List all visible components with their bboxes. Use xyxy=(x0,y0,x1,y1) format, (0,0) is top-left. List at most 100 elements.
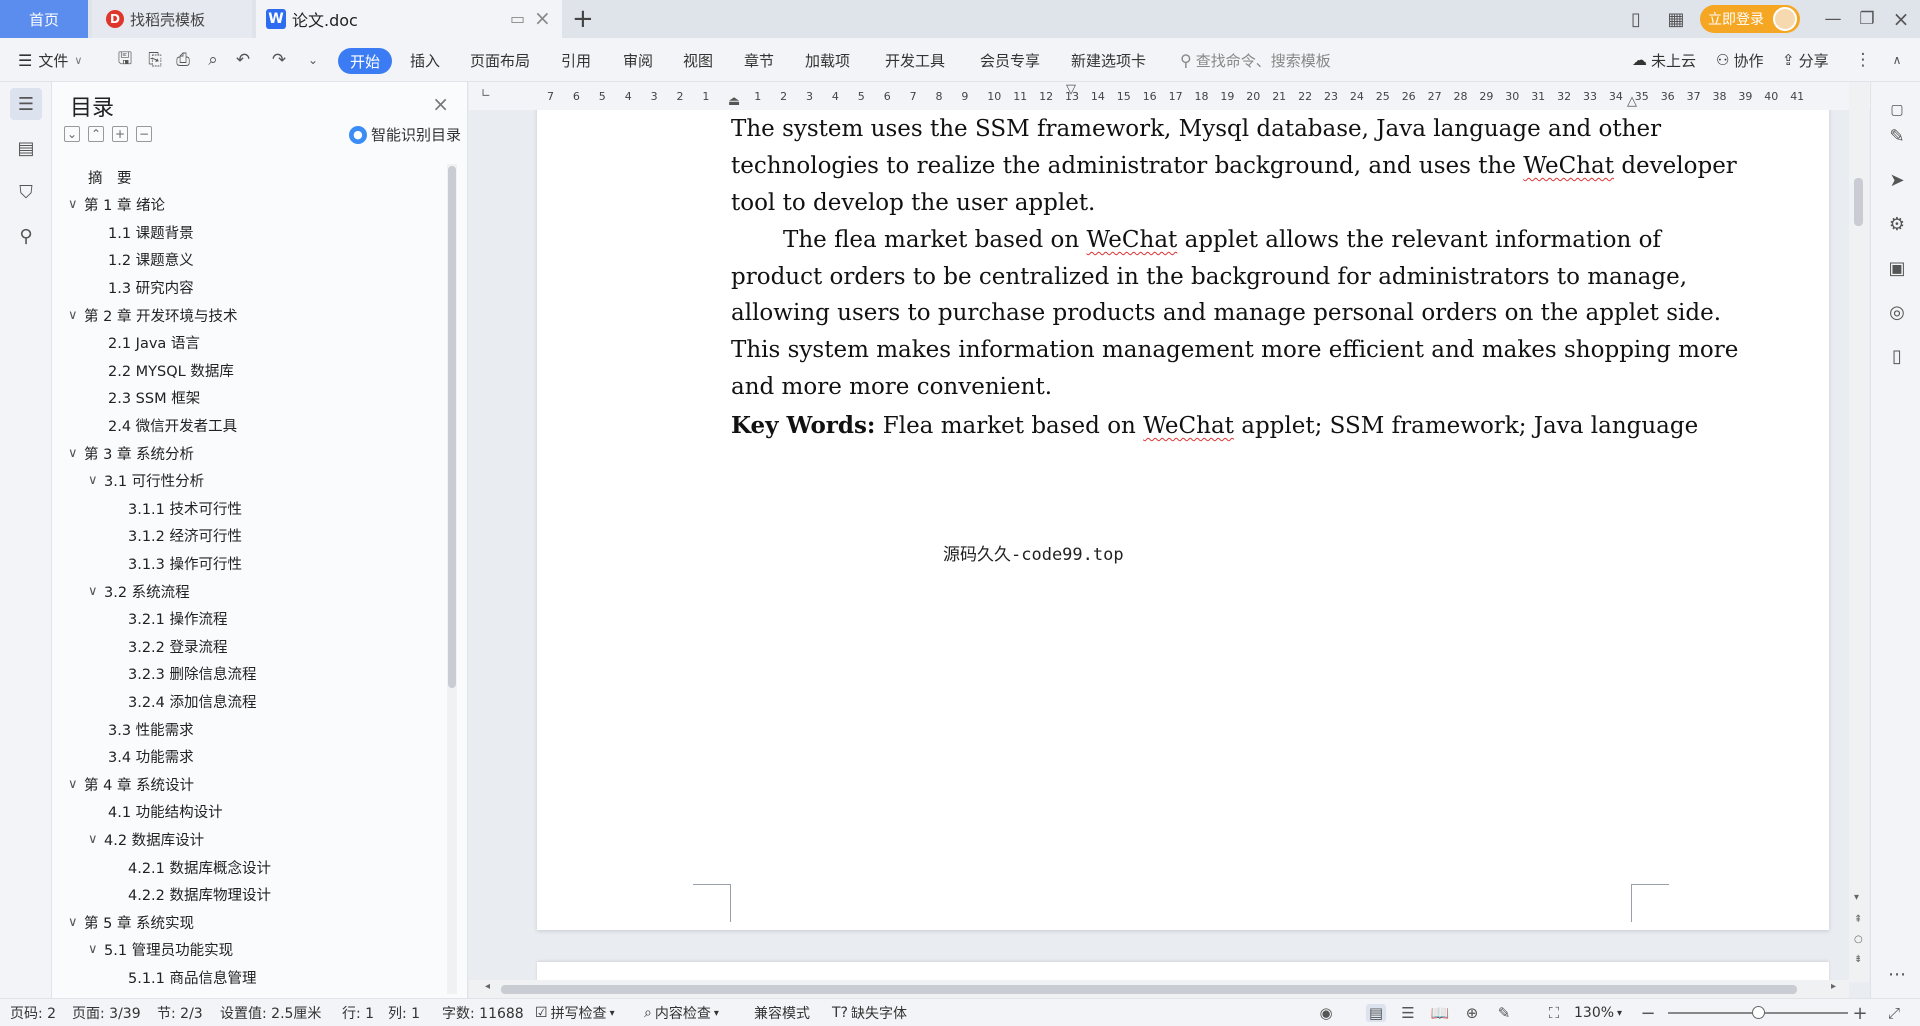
apps-grid-icon[interactable]: ▦ xyxy=(1662,5,1690,33)
undo-icon[interactable]: ↶ xyxy=(232,49,254,71)
web-view-icon[interactable]: ⊕ xyxy=(1462,1004,1482,1022)
write-view-icon[interactable]: ✎ xyxy=(1494,1004,1514,1022)
tab-page-layout[interactable]: 页面布局 xyxy=(470,38,530,82)
page[interactable]: The system uses the SSM framework, Mysql… xyxy=(537,110,1829,930)
toc-item[interactable]: 3.2.2 登录流程 xyxy=(128,633,228,659)
more-horizontal-icon[interactable]: ⋯ xyxy=(1885,962,1909,986)
toc-item[interactable]: ∨ 第 2 章 开发环境与技术 xyxy=(68,302,238,328)
redo-icon[interactable]: ↷ xyxy=(268,49,290,71)
toc-item[interactable]: ∨ 第 3 章 系统分析 xyxy=(68,440,194,466)
keywords-line[interactable]: Key Words: Flea market based on WeChat a… xyxy=(731,412,1698,439)
scroll-left-icon[interactable]: ◂ xyxy=(485,981,490,992)
print-icon[interactable]: ⎙ xyxy=(172,49,194,71)
remove-heading-icon[interactable]: − xyxy=(136,126,152,142)
status-page-code[interactable]: 页码: 2 xyxy=(10,999,56,1026)
zoom-slider-handle[interactable] xyxy=(1752,1006,1765,1019)
zoom-out-icon[interactable]: − xyxy=(1638,1003,1658,1024)
content-check-button[interactable]: ⌕ 内容检查 ▾ xyxy=(644,999,719,1026)
tab-references[interactable]: 引用 xyxy=(561,38,591,82)
toc-item[interactable]: 2.4 微信开发者工具 xyxy=(108,412,237,438)
first-line-indent-marker[interactable]: ▽ xyxy=(1066,82,1076,97)
zoom-in-icon[interactable]: + xyxy=(1850,1003,1870,1024)
toc-item[interactable]: 2.3 SSM 框架 xyxy=(108,385,200,411)
toc-item[interactable]: 1.3 研究内容 xyxy=(108,274,194,300)
ruler[interactable]: ∟ 7 6 5 4 3 2 1 1 2 3 4 5 6 7 8 9 10 11 12 13 14 15 16 17 18 19 20… xyxy=(469,82,1870,110)
close-tab-icon[interactable]: × xyxy=(534,6,551,30)
spell-check-button[interactable]: ☑ 拼写检查 ▾ xyxy=(535,999,615,1026)
toc-item[interactable]: ∨ 第 4 章 系统设计 xyxy=(68,771,194,797)
toc-item[interactable]: 3.1.2 经济可行性 xyxy=(128,523,242,549)
next-page-icon[interactable]: ⇟ xyxy=(1854,954,1862,965)
horizontal-scrollbar[interactable]: ◂ ▸ xyxy=(469,980,1849,998)
toc-item[interactable]: ∨ 4.2 数据库设计 xyxy=(88,826,204,852)
chevron-down-icon[interactable]: ∨ xyxy=(88,473,104,488)
tab-templates[interactable]: D 找稻壳模板 xyxy=(92,0,252,38)
chevron-down-icon[interactable]: ∨ xyxy=(68,308,84,323)
bookmark-icon[interactable]: ⛉ xyxy=(10,176,42,208)
left-indent-marker[interactable]: ⏏ xyxy=(728,94,740,109)
smart-toc-button[interactable]: ● 智能识别目录 xyxy=(348,124,461,145)
body-line-6[interactable]: This system makes information management… xyxy=(731,337,1738,363)
toc-item[interactable]: 1.2 课题意义 xyxy=(108,247,194,273)
outline-view-icon[interactable]: ☰ xyxy=(1398,1004,1418,1022)
login-button[interactable]: 立即登录 xyxy=(1700,5,1800,33)
more-vertical-icon[interactable]: ⋮ xyxy=(1852,49,1874,71)
next-page[interactable] xyxy=(537,962,1829,980)
chevron-down-icon[interactable]: ∨ xyxy=(68,197,84,212)
toc-item[interactable]: 3.2.1 操作流程 xyxy=(128,606,228,632)
toc-item[interactable]: 4.2.1 数据库概念设计 xyxy=(128,854,271,880)
cloud-status[interactable]: ☁ 未上云 xyxy=(1632,38,1696,82)
chevron-down-icon[interactable]: ∨ xyxy=(68,446,84,461)
toc-item[interactable]: 1.1 课题背景 xyxy=(108,219,194,245)
save-icon[interactable]: 🖫 xyxy=(114,49,136,71)
zoom-level[interactable]: 130% ▾ xyxy=(1574,999,1622,1026)
customize-toolbar-icon[interactable]: ⌄ xyxy=(302,49,324,71)
command-search[interactable]: ⚲ 查找命令、搜索模板 xyxy=(1180,38,1331,82)
horizontal-scroll-thumb[interactable] xyxy=(501,985,1797,994)
export-icon[interactable]: ⎘ xyxy=(144,49,166,71)
spell-flag[interactable]: WeChat xyxy=(1523,153,1614,179)
pen-icon[interactable]: ✎ xyxy=(1885,124,1909,148)
reading-icon[interactable]: ▯ xyxy=(1885,344,1909,368)
status-section[interactable]: 节: 2/3 xyxy=(157,999,203,1026)
image-tool-icon[interactable]: ▣ xyxy=(1885,256,1909,280)
tab-new[interactable]: 新建选项卡 xyxy=(1071,38,1146,82)
document-canvas[interactable]: The system uses the SSM framework, Mysql… xyxy=(469,110,1847,980)
new-tab-button[interactable]: + xyxy=(572,4,594,34)
panel-toggle-icon[interactable]: ▢ xyxy=(1885,98,1909,122)
file-menu[interactable]: ☰ 文件 ∨ xyxy=(18,38,82,82)
toc-item[interactable]: 2.2 MYSQL 数据库 xyxy=(108,357,234,383)
body-line-4[interactable]: product orders to be centralized in the … xyxy=(731,264,1687,290)
scroll-right-icon[interactable]: ▸ xyxy=(1831,981,1836,992)
vertical-scroll-thumb[interactable] xyxy=(1854,178,1863,226)
restore-icon[interactable]: ❐ xyxy=(1854,6,1880,32)
status-page[interactable]: 页面: 3/39 xyxy=(72,999,141,1026)
collapse-all-icon[interactable]: ⌃ xyxy=(88,126,104,142)
toc-item[interactable]: ∨ 5.1 管理员功能实现 xyxy=(88,937,233,963)
prev-page-icon[interactable]: ⇞ xyxy=(1854,914,1862,925)
ai-assistant-icon[interactable]: ◎ xyxy=(1885,300,1909,324)
vertical-scrollbar[interactable]: ▾ ⇞ ○ ⇟ xyxy=(1849,82,1869,982)
read-view-icon[interactable]: 📖 xyxy=(1430,1004,1450,1022)
pointer-icon[interactable]: ➤ xyxy=(1885,168,1909,192)
pin-tab-icon[interactable]: ▭ xyxy=(510,9,525,28)
tab-member[interactable]: 会员专享 xyxy=(980,38,1040,82)
close-window-icon[interactable]: × xyxy=(1888,6,1914,32)
toc-item[interactable]: 3.1.1 技术可行性 xyxy=(128,495,242,521)
body-line-1[interactable]: technologies to realize the administrato… xyxy=(731,153,1737,179)
scroll-down-icon[interactable]: ▾ xyxy=(1854,892,1859,903)
chevron-down-icon[interactable]: ∨ xyxy=(88,832,104,847)
spell-flag[interactable]: WeChat xyxy=(1087,227,1178,253)
tab-home[interactable]: 首页 xyxy=(0,0,88,38)
compat-mode[interactable]: 兼容模式 xyxy=(754,999,810,1026)
chevron-down-icon[interactable]: ∨ xyxy=(68,777,84,792)
settings-slider-icon[interactable]: ⚙ xyxy=(1885,212,1909,236)
toc-item[interactable]: 4.2.2 数据库物理设计 xyxy=(128,882,271,908)
collapse-ribbon-icon[interactable]: ∧ xyxy=(1886,49,1908,71)
chevron-down-icon[interactable]: ∨ xyxy=(88,584,104,599)
collab-button[interactable]: ⚇ 协作 xyxy=(1716,38,1763,82)
toc-item[interactable]: 2.1 Java 语言 xyxy=(108,330,200,356)
status-col[interactable]: 列: 1 xyxy=(388,999,420,1026)
tab-review[interactable]: 审阅 xyxy=(623,38,653,82)
tab-developer[interactable]: 开发工具 xyxy=(885,38,945,82)
